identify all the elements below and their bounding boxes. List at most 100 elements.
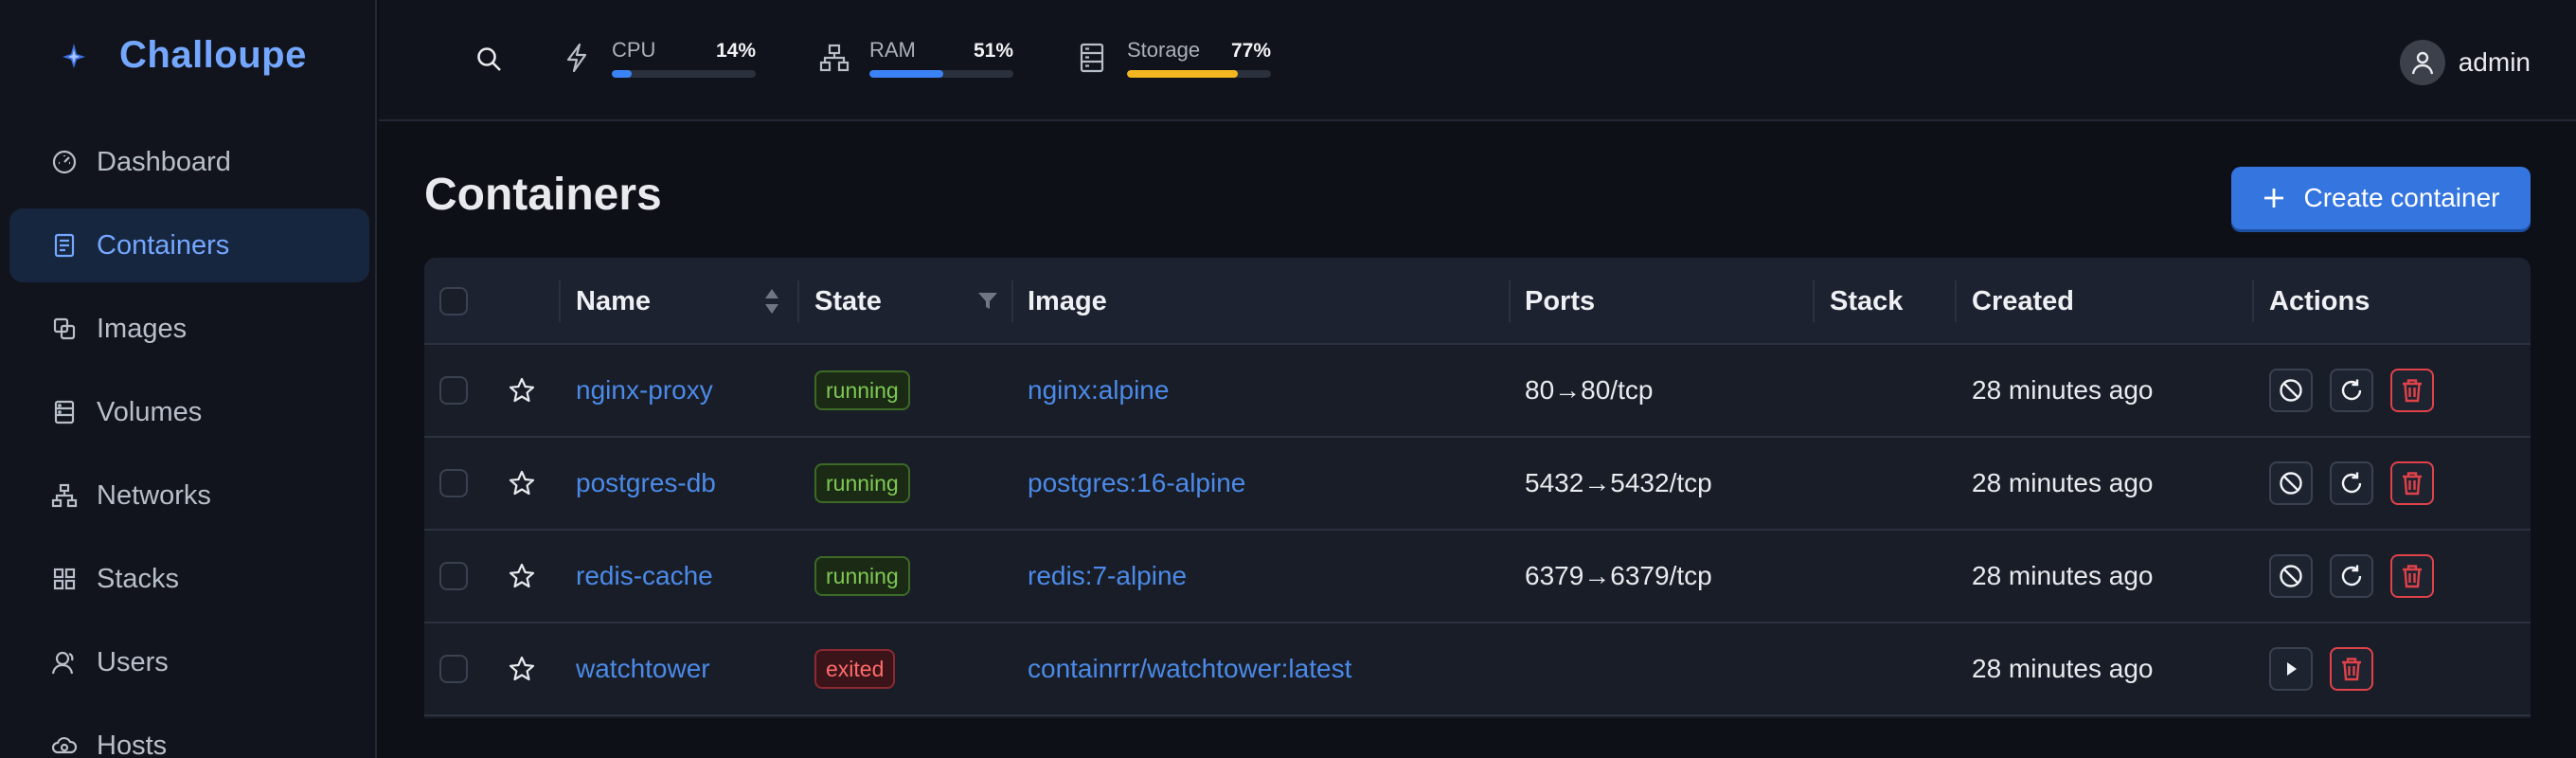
image-link[interactable]: redis:7-alpine — [1028, 531, 1187, 622]
delete-button[interactable] — [2330, 647, 2373, 691]
column-divider — [1813, 280, 1815, 322]
stop-icon — [2280, 565, 2302, 587]
row-checkbox[interactable] — [439, 562, 468, 590]
ram-icon — [819, 44, 850, 72]
favorite-button[interactable] — [508, 345, 536, 436]
container-name-link[interactable]: redis-cache — [576, 531, 713, 622]
brand[interactable]: Challoupe — [61, 34, 307, 77]
favorite-button[interactable] — [508, 438, 536, 529]
created-value: 28 minutes ago — [1972, 654, 2154, 683]
image-link[interactable]: nginx:alpine — [1028, 345, 1169, 436]
table-row[interactable]: nginx-proxy running nginx:alpine 80→80/t… — [424, 345, 2531, 438]
row-actions — [2269, 438, 2451, 529]
volume-icon — [54, 400, 75, 424]
row-checkbox[interactable] — [439, 469, 468, 497]
restart-icon — [2341, 379, 2362, 401]
sort-icon[interactable] — [763, 286, 780, 316]
container-name-link[interactable]: nginx-proxy — [576, 345, 713, 436]
user-icon — [2411, 51, 2433, 75]
ram-usage-fill — [869, 70, 943, 78]
column-header-image[interactable]: Image — [1028, 258, 1107, 345]
column-actions-label: Actions — [2269, 285, 2370, 316]
column-divider — [2252, 280, 2254, 322]
sidebar-item-volumes[interactable]: Volumes — [9, 375, 369, 449]
sparkle-logo-icon — [63, 43, 85, 68]
row-actions — [2269, 531, 2451, 622]
delete-button[interactable] — [2390, 461, 2434, 505]
sidebar-item-containers[interactable]: Containers — [9, 208, 369, 282]
filter-icon[interactable] — [977, 292, 998, 311]
sidebar-item-label: Networks — [97, 479, 211, 511]
row-checkbox[interactable] — [439, 655, 468, 683]
sidebar-item-label: Stacks — [97, 563, 180, 594]
favorite-button[interactable] — [508, 531, 536, 622]
table-row[interactable]: redis-cache running redis:7-alpine 6379→… — [424, 531, 2531, 623]
column-header-ports[interactable]: Ports — [1525, 258, 1595, 345]
restart-icon — [2341, 472, 2362, 494]
trash-icon — [2403, 379, 2422, 403]
stop-button[interactable] — [2269, 369, 2313, 412]
trash-icon — [2342, 658, 2361, 681]
create-container-button[interactable]: Create container — [2231, 167, 2531, 229]
sidebar-item-label: Users — [97, 646, 169, 677]
delete-button[interactable] — [2390, 369, 2434, 412]
ports-value: 6379→6379/tcp — [1525, 561, 1712, 590]
sidebar-item-users[interactable]: Users — [9, 625, 369, 699]
restart-button[interactable] — [2330, 369, 2373, 412]
favorite-button[interactable] — [508, 623, 536, 714]
sidebar-item-label: Dashboard — [97, 146, 231, 177]
create-container-label: Create container — [2303, 183, 2500, 212]
sidebar-item-dashboard[interactable]: Dashboard — [9, 125, 369, 199]
column-divider — [797, 280, 799, 322]
table-row[interactable]: watchtower exited containrrr/watchtower:… — [424, 623, 2531, 716]
brand-name: Challoupe — [119, 34, 307, 76]
star-icon — [509, 470, 535, 496]
status-badge: exited — [814, 649, 896, 689]
stop-icon — [2280, 472, 2302, 495]
created-value: 28 minutes ago — [1972, 375, 2154, 405]
start-button[interactable] — [2269, 647, 2313, 691]
image-link[interactable]: containrrr/watchtower:latest — [1028, 623, 1351, 714]
sidebar-item-networks[interactable]: Networks — [9, 459, 369, 532]
sidebar-item-images[interactable]: Images — [9, 292, 369, 366]
restart-button[interactable] — [2330, 554, 2373, 598]
delete-button[interactable] — [2390, 554, 2434, 598]
restart-button[interactable] — [2330, 461, 2373, 505]
user-menu[interactable]: admin — [2399, 40, 2531, 85]
column-header-name[interactable]: Name — [576, 258, 651, 345]
cpu-label: CPU — [612, 38, 656, 62]
stop-button[interactable] — [2269, 554, 2313, 598]
column-header-actions: Actions — [2269, 258, 2370, 345]
column-divider — [1011, 280, 1013, 322]
sidebar-item-label: Hosts — [97, 730, 168, 758]
sidebar-item-label: Containers — [97, 229, 230, 261]
column-header-created[interactable]: Created — [1972, 258, 2074, 345]
container-name-link[interactable]: watchtower — [576, 623, 710, 714]
image-link[interactable]: postgres:16-alpine — [1028, 438, 1245, 529]
storage-label: Storage — [1127, 38, 1201, 62]
plus-icon — [2264, 189, 2284, 208]
stop-button[interactable] — [2269, 461, 2313, 505]
sidebar: Challoupe Dashboard Containers Images Vo… — [0, 0, 377, 758]
sidebar-item-stacks[interactable]: Stacks — [9, 542, 369, 616]
column-created-label: Created — [1972, 285, 2074, 316]
trash-icon — [2403, 565, 2422, 588]
column-header-state[interactable]: State — [814, 258, 882, 345]
status-badge: running — [814, 370, 910, 410]
sidebar-item-hosts[interactable]: Hosts — [9, 709, 369, 758]
column-image-label: Image — [1028, 285, 1107, 316]
table-row[interactable]: postgres-db running postgres:16-alpine 5… — [424, 438, 2531, 531]
row-checkbox[interactable] — [439, 376, 468, 405]
top-bar: CPU 14% RAM 51% Storage 77% admin — [379, 0, 2576, 121]
avatar — [2399, 40, 2445, 85]
status-badge: running — [814, 556, 910, 596]
sidebar-item-label: Images — [97, 313, 188, 344]
column-header-stack[interactable]: Stack — [1830, 258, 1903, 345]
select-all-checkbox[interactable] — [439, 287, 468, 316]
container-name-link[interactable]: postgres-db — [576, 438, 716, 529]
column-name-label: Name — [576, 285, 651, 316]
search-button[interactable] — [474, 44, 506, 76]
container-icon — [54, 233, 75, 258]
column-ports-label: Ports — [1525, 285, 1596, 316]
ram-value: 51% — [973, 40, 1013, 62]
